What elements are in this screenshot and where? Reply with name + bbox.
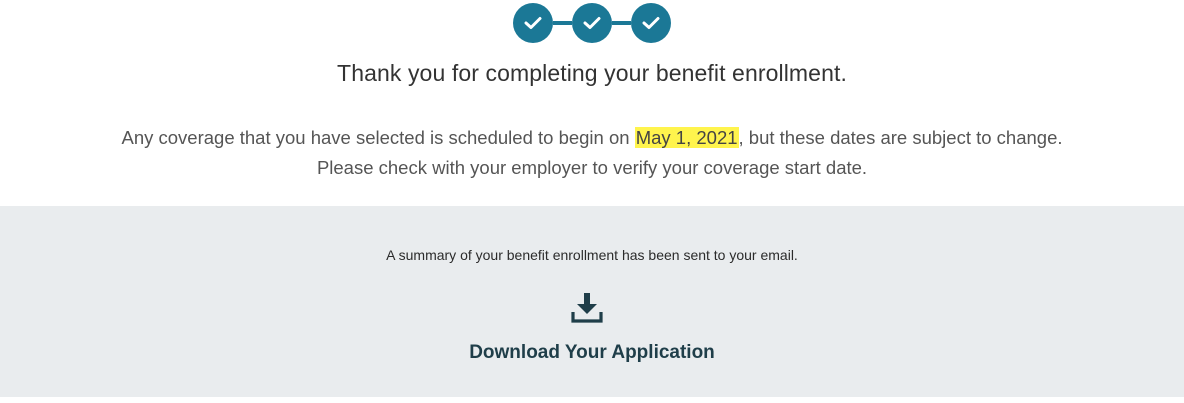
step-connector: [553, 21, 572, 25]
step-1-complete: [513, 3, 553, 43]
notice-text-before: Any coverage that you have selected is s…: [121, 127, 635, 148]
check-icon: [583, 17, 601, 29]
step-connector: [612, 21, 631, 25]
coverage-notice: Any coverage that you have selected is s…: [0, 123, 1184, 183]
step-2-complete: [572, 3, 612, 43]
summary-panel: A summary of your benefit enrollment has…: [0, 206, 1184, 397]
progress-stepper: [0, 2, 1184, 44]
download-icon[interactable]: [570, 292, 604, 324]
step-3-complete: [631, 3, 671, 43]
download-application-link[interactable]: Download Your Application: [0, 342, 1184, 364]
page-title: Thank you for completing your benefit en…: [337, 60, 847, 86]
coverage-notice-line-1: Any coverage that you have selected is s…: [0, 123, 1184, 153]
confirmation-header: Thank you for completing your benefit en…: [0, 0, 1184, 206]
notice-text-after: , but these dates are subject to change.: [738, 127, 1063, 148]
check-icon: [642, 17, 660, 29]
email-summary-note: A summary of your benefit enrollment has…: [386, 247, 798, 263]
coverage-start-date: May 1, 2021: [634, 127, 739, 148]
coverage-notice-line-2: Please check with your employer to verif…: [316, 157, 868, 178]
check-icon: [524, 17, 542, 29]
